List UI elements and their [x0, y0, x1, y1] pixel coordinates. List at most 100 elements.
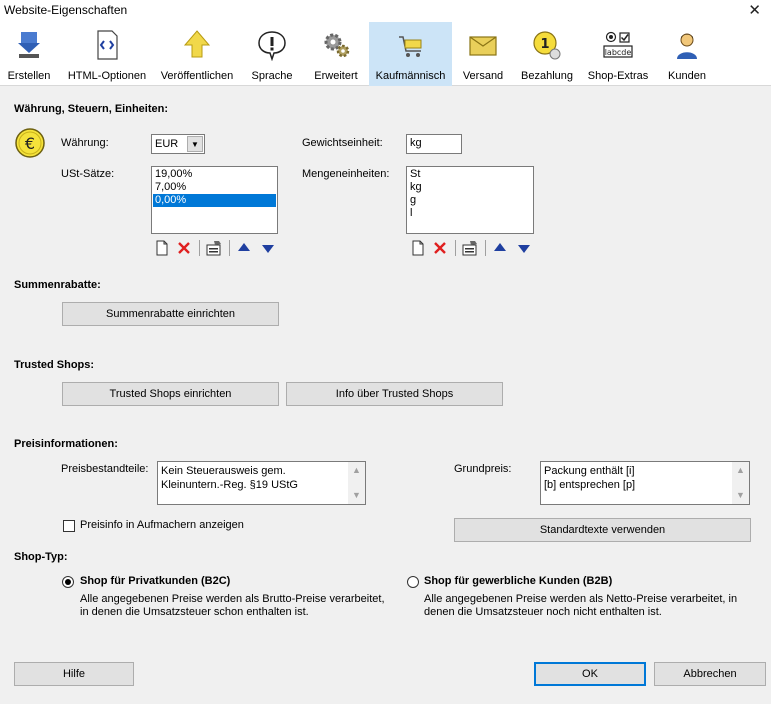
customer-icon [677, 33, 697, 59]
show-price-info-label: Preisinfo in Aufmachern anzeigen [80, 519, 244, 531]
trusted-shops-setup-button[interactable]: Trusted Shops einrichten [62, 382, 279, 406]
publish-icon [183, 30, 211, 58]
vat-rates-list[interactable]: 19,00% 7,00% 0,00% [151, 166, 278, 234]
move-down-icon[interactable] [260, 240, 276, 256]
base-price-textarea[interactable]: Packung enthält [i] [b] entsprechen [p] … [540, 461, 750, 505]
tab-kaufmaennisch[interactable]: Kaufmännisch [369, 22, 452, 86]
ok-button[interactable]: OK [534, 662, 646, 686]
tab-kunden[interactable]: Kunden [660, 22, 714, 86]
euro-coin-icon: € [15, 128, 45, 158]
scroll-down-icon[interactable]: ▼ [348, 487, 365, 504]
section-heading-shop-typ: Shop-Typ: [14, 551, 68, 563]
currency-label: Währung: [61, 137, 109, 149]
help-button[interactable]: Hilfe [14, 662, 134, 686]
section-heading-summenrabatte: Summenrabatte: [14, 279, 101, 291]
show-price-info-checkbox[interactable] [63, 520, 75, 532]
close-icon[interactable]: ✕ [748, 1, 761, 19]
list-item[interactable]: g [408, 194, 532, 207]
quantity-units-label: Mengeneinheiten: [302, 168, 390, 180]
quantity-units-list[interactable]: St kg g l [406, 166, 534, 234]
create-icon [18, 32, 40, 58]
chevron-down-icon[interactable]: ▼ [187, 136, 203, 152]
section-heading-trusted-shops: Trusted Shops: [14, 359, 95, 371]
new-item-icon[interactable] [154, 240, 170, 256]
section-heading-waehrung: Währung, Steuern, Einheiten: [14, 103, 169, 115]
b2b-description: denen die Umsatzsteuer noch nicht enthal… [424, 606, 662, 618]
scroll-up-icon[interactable]: ▲ [348, 462, 365, 479]
properties-icon[interactable] [206, 240, 222, 256]
package-icon [469, 36, 497, 56]
tab-versand[interactable]: Versand [454, 22, 512, 86]
currency-select[interactable]: EUR ▼ [151, 134, 205, 154]
tab-label: Bezahlung [521, 70, 573, 82]
tab-erweitert[interactable]: Erweitert [304, 22, 368, 86]
list-item-selected[interactable]: 0,00% [153, 194, 276, 207]
coin-icon: 1 [533, 31, 561, 60]
svg-text:labcde: labcde [605, 48, 632, 57]
weight-unit-field[interactable]: kg [406, 134, 462, 154]
tab-label: Kunden [668, 70, 706, 82]
gears-icon [324, 33, 350, 58]
svg-text:1: 1 [540, 37, 549, 52]
list-item[interactable]: kg [408, 181, 532, 194]
tab-label: Shop-Extras [587, 70, 649, 82]
property-tabs-toolbar: Erstellen HTML-Optionen Veröffentlichen … [0, 22, 771, 86]
currency-value: EUR [155, 138, 179, 150]
window-title: Website-Eigenschaften [4, 3, 128, 17]
price-components-label: Preisbestandteile: [61, 463, 149, 475]
vat-rates-label: USt-Sätze: [61, 168, 115, 180]
b2c-label: Shop für Privatkunden (B2C) [80, 575, 231, 587]
move-up-icon[interactable] [492, 240, 508, 256]
toolbar-separator [199, 240, 200, 256]
b2b-label: Shop für gewerbliche Kunden (B2B) [424, 575, 613, 587]
list-item[interactable]: l [408, 207, 532, 220]
toolbar-separator [455, 240, 456, 256]
delete-icon[interactable] [432, 240, 448, 256]
scroll-down-icon[interactable]: ▼ [732, 487, 749, 504]
list-item[interactable]: St [408, 168, 532, 181]
b2c-description: Alle angegebenen Preise werden als Brutt… [80, 593, 385, 605]
vat-list-toolbar [154, 240, 278, 256]
tab-veroeffentlichen[interactable]: Veröffentlichen [154, 22, 240, 86]
b2b-radio[interactable] [407, 576, 419, 588]
b2c-description: in denen die Umsatzsteuer schon enthalte… [80, 606, 309, 618]
scrollbar[interactable]: ▲ ▼ [732, 462, 749, 504]
tab-label: Versand [462, 70, 504, 82]
cancel-button[interactable]: Abbrechen [654, 662, 766, 686]
tab-label: Erstellen [7, 70, 51, 82]
tab-label: Erweitert [314, 70, 358, 82]
tab-label: Sprache [251, 70, 293, 82]
properties-icon[interactable] [462, 240, 478, 256]
standard-texts-button[interactable]: Standardtexte verwenden [454, 518, 751, 542]
tab-html-optionen[interactable]: HTML-Optionen [62, 22, 152, 86]
list-item[interactable]: 19,00% [153, 168, 276, 181]
list-item[interactable]: 7,00% [153, 181, 276, 194]
title-bar: Website-Eigenschaften ✕ [0, 0, 771, 22]
text-line: Kleinuntern.-Reg. §19 UStG [161, 479, 298, 491]
scrollbar[interactable]: ▲ ▼ [348, 462, 365, 504]
options-icon: labcde [603, 31, 633, 58]
summenrabatte-setup-button[interactable]: Summenrabatte einrichten [62, 302, 279, 326]
price-components-textarea[interactable]: Kein Steuerausweis gem. Kleinuntern.-Reg… [157, 461, 366, 505]
b2c-radio[interactable] [62, 576, 74, 588]
trusted-shops-info-button[interactable]: Info über Trusted Shops [286, 382, 503, 406]
units-list-toolbar [410, 240, 534, 256]
section-heading-preisinformationen: Preisinformationen: [14, 438, 118, 450]
tab-erstellen[interactable]: Erstellen [2, 22, 56, 86]
move-up-icon[interactable] [236, 240, 252, 256]
toolbar-separator [229, 240, 230, 256]
b2b-description: Alle angegebenen Preise werden als Netto… [424, 593, 738, 605]
scroll-up-icon[interactable]: ▲ [732, 462, 749, 479]
text-line: Packung enthält [i] [544, 465, 635, 477]
new-item-icon[interactable] [410, 240, 426, 256]
tab-label: Veröffentlichen [160, 70, 234, 82]
tab-bezahlung[interactable]: 1 Bezahlung [516, 22, 578, 86]
tab-label: HTML-Optionen [67, 70, 147, 82]
svg-text:€: € [25, 134, 35, 153]
base-price-label: Grundpreis: [454, 463, 512, 475]
delete-icon[interactable] [176, 240, 192, 256]
move-down-icon[interactable] [516, 240, 532, 256]
tab-sprache[interactable]: Sprache [244, 22, 300, 86]
tab-shop-extras[interactable]: labcde Shop-Extras [582, 22, 654, 86]
toolbar-separator [485, 240, 486, 256]
